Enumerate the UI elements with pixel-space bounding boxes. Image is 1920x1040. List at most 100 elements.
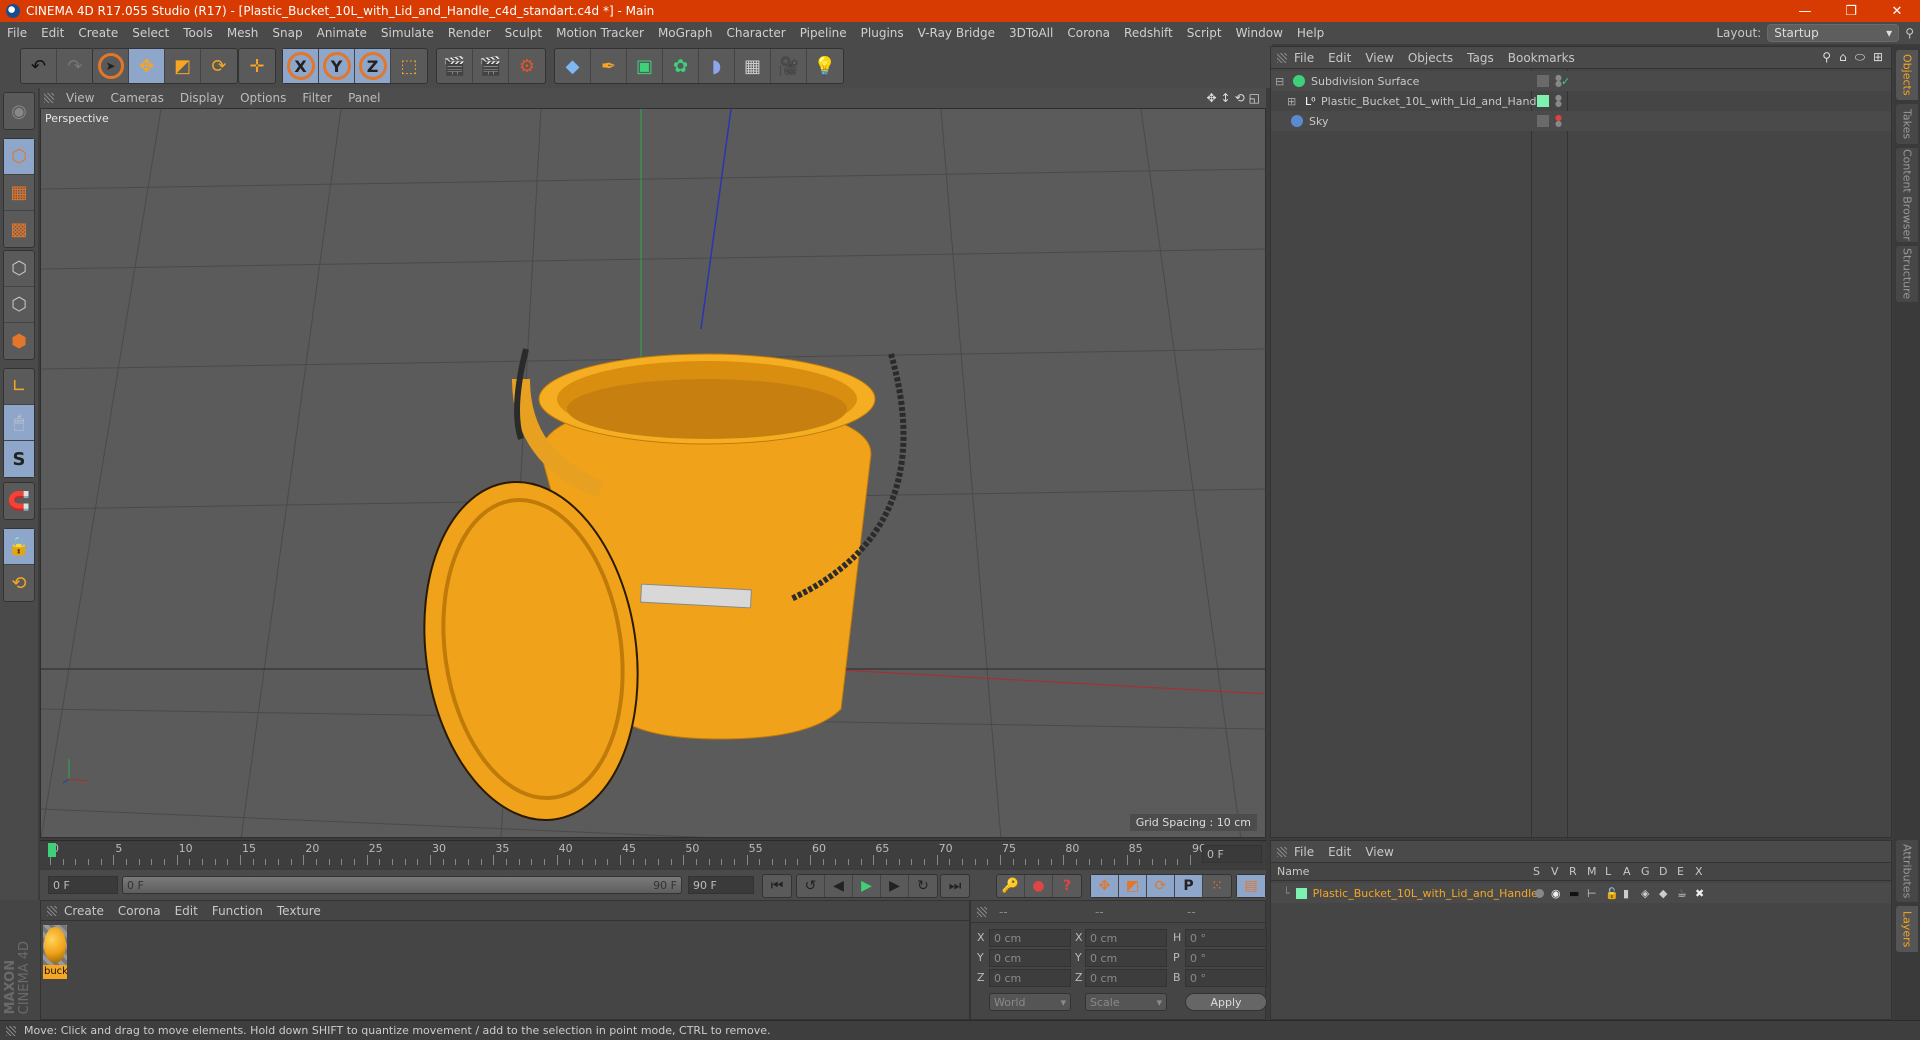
render-view-button[interactable]: 🎬	[437, 49, 473, 83]
deformer-button[interactable]: ◗	[699, 49, 735, 83]
menu-select[interactable]: Select	[125, 26, 176, 40]
autokey-button[interactable]: ●	[1025, 875, 1053, 897]
y-axis-button[interactable]: Y	[319, 49, 355, 83]
eye-icon[interactable]: ◉	[1551, 887, 1561, 900]
object-row-sky[interactable]: Sky ● ●	[1271, 111, 1891, 131]
expand-icon[interactable]: ⊞	[1287, 95, 1301, 108]
playhead[interactable]	[48, 843, 56, 857]
key-rotation-button[interactable]: ⟳	[1147, 875, 1175, 897]
make-editable-button[interactable]: ◉	[4, 93, 34, 129]
transform-mode-dropdown[interactable]: Scale ▾	[1085, 993, 1167, 1011]
menu-file[interactable]: File	[0, 26, 34, 40]
restore-button[interactable]: ❐	[1828, 4, 1874, 19]
timeline-window-button[interactable]: ▤	[1237, 875, 1265, 897]
close-button[interactable]: ✕	[1874, 4, 1920, 19]
eye-icon[interactable]: ⬭	[1855, 50, 1865, 65]
key-scale-button[interactable]: ◩	[1119, 875, 1147, 897]
texture-mode-button[interactable]: ▦	[4, 175, 34, 211]
pen-button[interactable]: ✒	[591, 49, 627, 83]
menu-simulate[interactable]: Simulate	[374, 26, 441, 40]
scale-tool-button[interactable]: ◩	[165, 49, 201, 83]
size-x-field[interactable]: 0 cm	[1085, 929, 1167, 947]
coordinate-system-button[interactable]: ⬚	[391, 49, 427, 83]
goto-end-button[interactable]: ⏭	[941, 875, 969, 897]
redo-button[interactable]: ↷	[57, 49, 93, 83]
workplane-mode-button[interactable]: ▩	[4, 211, 34, 247]
viewport-menu-cameras[interactable]: Cameras	[102, 91, 171, 105]
layers-menu-file[interactable]: File	[1287, 845, 1321, 859]
menu-help[interactable]: Help	[1290, 26, 1331, 40]
rot-p-field[interactable]: 0 °	[1185, 949, 1267, 967]
menu-character[interactable]: Character	[719, 26, 792, 40]
material-menu-edit[interactable]: Edit	[168, 904, 205, 918]
key-parameter-button[interactable]: P	[1175, 875, 1203, 897]
viewport-menu-view[interactable]: View	[58, 91, 102, 105]
objects-menu-file[interactable]: File	[1287, 51, 1321, 65]
axis-mode-button[interactable]: ∟	[4, 369, 34, 405]
model-mode-button[interactable]: ⬡	[4, 139, 34, 175]
col-manager[interactable]: M	[1587, 865, 1597, 878]
layout-dropdown[interactable]: Startup ▾	[1767, 24, 1900, 42]
material-menu-create[interactable]: Create	[57, 904, 111, 918]
enabled-check-icon[interactable]: ✓	[1561, 75, 1570, 88]
menu-render[interactable]: Render	[441, 26, 498, 40]
zoom-icon[interactable]: ↕	[1221, 91, 1231, 105]
align-workplane-button[interactable]: ⟲	[4, 565, 34, 601]
objects-menu-objects[interactable]: Objects	[1401, 51, 1460, 65]
prev-frame-button[interactable]: ◀	[825, 875, 853, 897]
objects-menu-view[interactable]: View	[1358, 51, 1400, 65]
search-icon[interactable]: ⚲	[1822, 50, 1831, 65]
objects-menu-tags[interactable]: Tags	[1460, 51, 1501, 65]
move-tool-button[interactable]: ✥	[129, 49, 165, 83]
col-locked[interactable]: L	[1605, 865, 1611, 878]
bucket-model[interactable]	[403, 348, 907, 834]
record-keys-button[interactable]: 🔑	[997, 875, 1025, 897]
tweak-mode-button[interactable]: 🖱	[4, 405, 34, 441]
animation-icon[interactable]: ▮	[1623, 887, 1629, 900]
current-frame-field[interactable]: 0 F	[1202, 845, 1262, 863]
menu-sculpt[interactable]: Sculpt	[498, 26, 549, 40]
goto-start-button[interactable]: ⏮	[763, 875, 791, 897]
grip-icon[interactable]	[1277, 52, 1287, 63]
orbit-icon[interactable]: ⟲	[1235, 91, 1245, 105]
key-position-button[interactable]: ✥	[1091, 875, 1119, 897]
size-z-field[interactable]: 0 cm	[1085, 969, 1167, 987]
material-swatch[interactable]: bucket_	[43, 925, 67, 983]
menu-redshift[interactable]: Redshift	[1117, 26, 1180, 40]
menu-create[interactable]: Create	[71, 26, 125, 40]
menu-mograph[interactable]: MoGraph	[651, 26, 720, 40]
generator-icon[interactable]: ◈	[1641, 887, 1649, 900]
menu-edit[interactable]: Edit	[34, 26, 71, 40]
next-frame-button[interactable]: ▶	[881, 875, 909, 897]
polygons-mode-button[interactable]: ⬢	[4, 323, 34, 359]
menu-motion-tracker[interactable]: Motion Tracker	[549, 26, 651, 40]
keyframe-selection-button[interactable]: ?	[1053, 875, 1081, 897]
rotate-tool-button[interactable]: ⟳	[201, 49, 237, 83]
pos-z-field[interactable]: 0 cm	[989, 969, 1071, 987]
cube-button[interactable]: ◆	[555, 49, 591, 83]
tab-attributes[interactable]: Attributes	[1896, 840, 1918, 902]
floor-button[interactable]: ▦	[735, 49, 771, 83]
menu-corona[interactable]: Corona	[1060, 26, 1117, 40]
menu-animate[interactable]: Animate	[310, 26, 374, 40]
undo-button[interactable]: ↶	[21, 49, 57, 83]
col-xref[interactable]: X	[1695, 865, 1703, 878]
viewport-menu-options[interactable]: Options	[232, 91, 294, 105]
layers-menu-view[interactable]: View	[1358, 845, 1400, 859]
menu-vray-bridge[interactable]: V-Ray Bridge	[911, 26, 1002, 40]
solo-dot-icon[interactable]	[1535, 888, 1544, 898]
menu-plugins[interactable]: Plugins	[854, 26, 911, 40]
visibility-dots-icon[interactable]: ● ●	[1555, 94, 1562, 108]
search-icon[interactable]: ⚲	[1905, 26, 1914, 40]
tab-layers[interactable]: Layers	[1896, 906, 1918, 952]
visibility-dots-icon[interactable]: ● ●	[1555, 114, 1562, 128]
live-tool-button[interactable]: ✛	[239, 49, 275, 83]
xref-icon[interactable]: ✖	[1695, 887, 1704, 900]
new-window-icon[interactable]: ⊞	[1873, 50, 1883, 65]
expression-icon[interactable]: ☕	[1677, 887, 1687, 900]
object-row-bucket[interactable]: ⊞ L⁰ Plastic_Bucket_10L_with_Lid_and_Han…	[1271, 91, 1891, 111]
frame-range-slider[interactable]: 0 F 90 F	[122, 876, 682, 894]
start-frame-field[interactable]: 0 F	[48, 876, 118, 894]
key-pla-button[interactable]: ⁙	[1203, 875, 1231, 897]
timeline-ruler[interactable]: 051015202530354045505560657075808590 0 F	[40, 840, 1266, 868]
